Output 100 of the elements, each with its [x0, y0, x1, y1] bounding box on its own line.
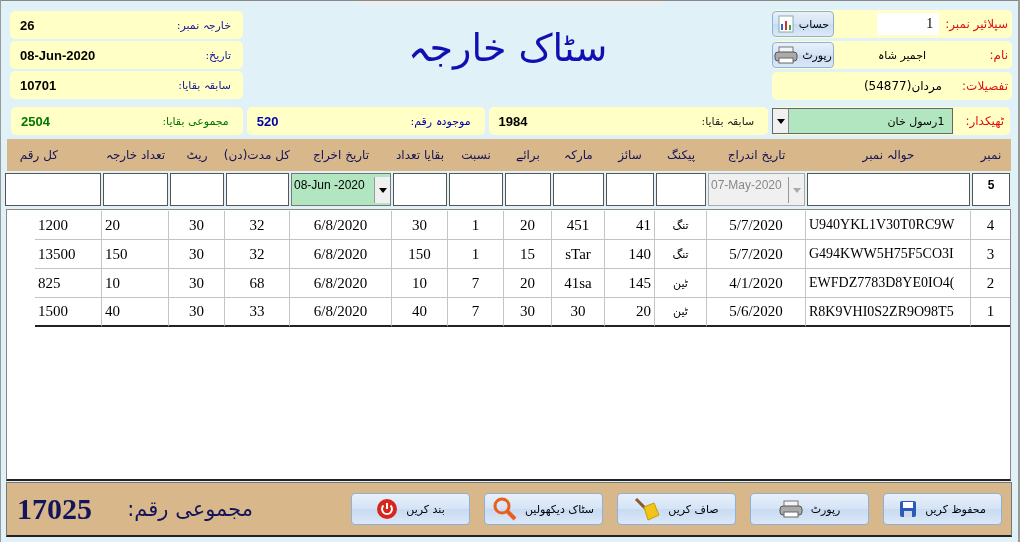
table-cell: 15: [503, 240, 551, 269]
field-label: تفصیلات:: [961, 79, 1008, 93]
report-button[interactable]: رپورٹ: [772, 42, 834, 68]
column-header: تعداد خارجہ: [104, 148, 167, 162]
save-button[interactable]: محفوظ کریں: [883, 493, 1002, 525]
input-field[interactable]: [170, 173, 224, 206]
field-value: 26: [20, 17, 35, 33]
table-cell: 10: [101, 269, 168, 298]
table-cell: 20: [604, 298, 654, 327]
column-header: برائے: [515, 148, 541, 162]
field-value: 520: [256, 113, 279, 129]
broom-icon: [634, 497, 661, 521]
supplier-number-field[interactable]: 1: [877, 13, 940, 35]
clear-button[interactable]: صاف کریں: [617, 493, 736, 525]
caret-icon[interactable]: [773, 109, 790, 133]
column-header: نمبر: [979, 148, 1003, 162]
close-button[interactable]: بند کریں: [351, 493, 470, 525]
field-label: سابقہ بقایا:: [701, 114, 755, 128]
caret-icon[interactable]: [374, 177, 390, 203]
table-cell: 6/8/2020: [289, 298, 391, 327]
table-cell: 20: [101, 211, 168, 240]
contractor-dropdown[interactable]: 1رسول خان: [772, 108, 954, 134]
field-label: سابقہ بقایا:: [178, 78, 231, 92]
column-header: کل مدت(دن): [225, 148, 290, 162]
power-icon: [376, 498, 399, 520]
caret-icon: [788, 177, 804, 203]
field-label: تاریخ:: [205, 48, 231, 62]
table-cell: 32: [224, 211, 289, 240]
table-cell: 41: [604, 211, 654, 240]
input-field[interactable]: [226, 173, 289, 206]
field-value: 1984: [498, 113, 528, 129]
field-label: مجموعی بقایا:: [162, 114, 229, 128]
input-field[interactable]: [553, 173, 604, 206]
table-cell: 145: [604, 269, 654, 298]
date-picker[interactable]: 08-Jun -2020: [291, 173, 391, 206]
table-cell: 1: [970, 298, 1010, 327]
chart-document-icon: [776, 15, 795, 33]
table-cell: U940YKL1V30T0RC9W: [805, 211, 970, 240]
view-stock-button[interactable]: سٹاک دیکھولیں: [484, 493, 603, 525]
field-value: 2504: [21, 113, 50, 129]
table-cell: 20: [503, 211, 551, 240]
column-header: ریٹ: [185, 148, 209, 162]
field-value: 08-Jun-2020: [20, 47, 96, 63]
table-cell: 2: [970, 269, 1010, 298]
column-header: بقایا تعداد: [395, 148, 445, 162]
table-cell: 20: [503, 269, 551, 298]
column-header: نسبت: [460, 148, 492, 162]
table-cell: 4/1/2020: [706, 269, 805, 298]
table-cell: تنگ: [654, 211, 706, 240]
search-icon: [492, 497, 517, 521]
field-label: ٹھیکدار:: [965, 114, 1004, 128]
column-header: تاریخ اندراج: [726, 148, 787, 162]
table-cell: 68: [224, 269, 289, 298]
input-field[interactable]: 5: [972, 173, 1010, 206]
column-header: مارکہ: [563, 148, 594, 162]
table-cell: 150: [391, 240, 447, 269]
table-cell: 30: [168, 269, 224, 298]
field-label: نام:: [988, 48, 1008, 62]
table-cell: ٹین: [654, 298, 706, 327]
table-cell: 30: [391, 211, 447, 240]
input-field[interactable]: [393, 173, 447, 206]
table-cell: 33: [224, 298, 289, 327]
table-cell: 5/7/2020: [706, 211, 805, 240]
column-header: سائز: [616, 148, 643, 162]
input-field[interactable]: [505, 173, 551, 206]
column-header: حوالہ نمبر: [861, 148, 916, 162]
table-cell: 32: [224, 240, 289, 269]
table-cell: 1: [447, 240, 503, 269]
save-icon: [899, 500, 918, 518]
table-cell: 13500: [35, 240, 101, 269]
table-cell: 30: [168, 298, 224, 327]
field-value: مردان(54877): [863, 79, 942, 93]
table-cell: G494KWW5H75F5CO3I: [805, 240, 970, 269]
account-button[interactable]: حساب: [772, 11, 834, 37]
page-title: سٹاک خارجہ: [406, 25, 609, 72]
table-cell: 1500: [35, 298, 101, 327]
input-field[interactable]: [103, 173, 168, 206]
report-button[interactable]: رپورٹ: [750, 493, 869, 525]
table-cell: 7: [447, 269, 503, 298]
input-field[interactable]: [449, 173, 503, 206]
table-cell: 6/8/2020: [289, 211, 391, 240]
input-field[interactable]: [606, 173, 654, 206]
table-cell: 6/8/2020: [289, 240, 391, 269]
input-field[interactable]: [807, 173, 970, 206]
table-cell: 7: [447, 298, 503, 327]
table-cell: 10: [391, 269, 447, 298]
field-label: خارجہ نمبر:: [176, 18, 231, 32]
input-field[interactable]: [5, 173, 101, 206]
table-cell: 40: [391, 298, 447, 327]
printer-icon: [778, 500, 803, 518]
table-cell: 451: [551, 211, 604, 240]
input-field[interactable]: [656, 173, 706, 206]
table-cell: 5/7/2020: [706, 240, 805, 269]
table-cell: 140: [604, 240, 654, 269]
total-amount: 17025: [17, 492, 92, 526]
table-cell: 30: [168, 240, 224, 269]
table-cell: 41sa: [551, 269, 604, 298]
table-cell: 30: [168, 211, 224, 240]
table-cell: 30: [551, 298, 604, 327]
table-cell: R8K9VHI0S2ZR9O98T5: [805, 298, 970, 327]
